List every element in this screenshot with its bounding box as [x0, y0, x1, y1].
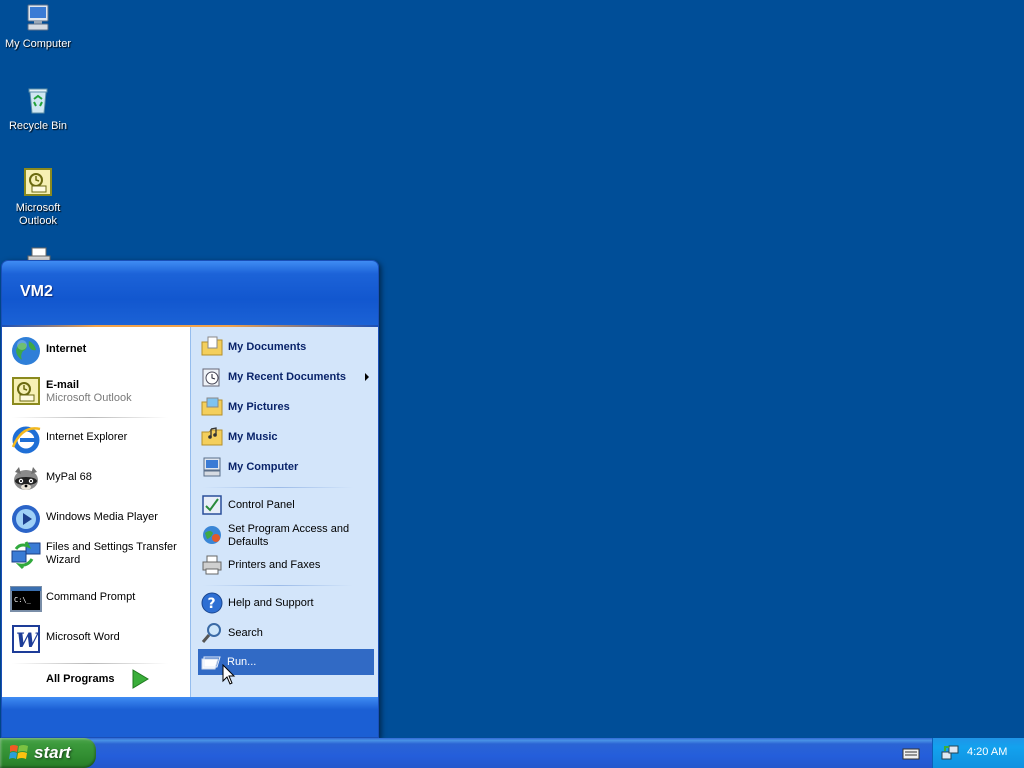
settings-label: Printers and Faxes [228, 559, 321, 571]
user-name: VM2 [20, 283, 53, 300]
mouse-cursor-icon [222, 664, 236, 685]
place-my-documents[interactable]: My Documents [199, 333, 375, 361]
system-tray: 4:20 AM [932, 738, 1024, 768]
mypal-raccoon-icon [14, 467, 38, 490]
search-icon [201, 623, 221, 643]
keyboard-icon[interactable] [902, 746, 920, 760]
outlook-icon [12, 377, 40, 405]
place-label: My Computer [228, 461, 299, 473]
start-button[interactable]: start [0, 738, 96, 768]
internet-explorer-icon [11, 426, 41, 454]
start-menu-left-pane: Internet E-mail Microsoft Outlook Intern… [2, 327, 190, 697]
separator [12, 663, 168, 664]
recent-internet-explorer[interactable]: Internet Explorer [8, 421, 186, 457]
desktop-icon-my-computer[interactable]: My Computer [0, 2, 76, 51]
recent-microsoft-word[interactable]: W Microsoft Word [8, 621, 186, 657]
start-menu-header: VM2 [2, 261, 378, 325]
outlook-icon [24, 168, 52, 196]
settings-program-access[interactable]: Set Program Access and Defaults [199, 521, 375, 549]
svg-text:C:\_: C:\_ [14, 596, 32, 604]
arrow-right-icon [132, 669, 149, 689]
start-menu: VM2 Internet E-mail Microsoft Outlook In… [1, 260, 379, 738]
desktop-icon-label: My Computer [4, 38, 72, 50]
settings-label: Control Panel [228, 499, 295, 511]
desktop-icon-label: Recycle Bin [8, 120, 68, 132]
desktop-icon-recycle-bin[interactable]: Recycle Bin [0, 84, 76, 133]
pinned-label: E-mail [46, 379, 80, 391]
separator [12, 417, 168, 418]
tool-search[interactable]: Search [199, 619, 375, 647]
all-programs-label: All Programs [46, 673, 115, 685]
recent-transfer-wizard[interactable]: Files and Settings Transfer Wizard [8, 537, 186, 573]
place-my-recent-documents[interactable]: My Recent Documents [199, 363, 375, 391]
folder-music-icon [201, 427, 223, 446]
svg-text:?: ? [208, 596, 216, 612]
recycle-bin-icon [28, 88, 48, 114]
place-label: My Documents [228, 341, 307, 353]
clock[interactable]: 4:20 AM [967, 746, 1007, 758]
command-prompt-icon: C:\_ [10, 586, 42, 612]
recent-label: MyPal 68 [46, 471, 92, 483]
recent-label: Command Prompt [46, 591, 136, 603]
transfer-wizard-icon [11, 541, 41, 570]
folder-documents-icon [201, 336, 223, 356]
windows-logo-icon [9, 745, 28, 759]
start-menu-footer [2, 697, 378, 737]
separator [203, 585, 353, 586]
taskbar: start 4:20 AM [0, 738, 1024, 768]
place-label: My Pictures [228, 401, 290, 413]
separator [203, 487, 353, 488]
folder-pictures-icon [201, 397, 223, 416]
pinned-email[interactable]: E-mail Microsoft Outlook [8, 373, 186, 409]
network-icon[interactable] [941, 744, 959, 762]
globe-icon [12, 337, 40, 365]
media-player-icon [12, 505, 40, 533]
all-programs-button[interactable]: All Programs [46, 667, 166, 693]
recent-media-player[interactable]: Windows Media Player [8, 501, 186, 537]
recent-command-prompt[interactable]: C:\_ Command Prompt [8, 581, 186, 617]
help-icon: ? [201, 592, 223, 614]
word-icon: W [12, 625, 41, 653]
submenu-arrow-icon [365, 373, 369, 381]
place-my-music[interactable]: My Music [199, 423, 375, 451]
tool-label: Search [228, 627, 263, 639]
recent-documents-icon [202, 368, 220, 387]
pinned-sublabel: Microsoft Outlook [46, 392, 132, 404]
settings-control-panel[interactable]: Control Panel [199, 491, 375, 519]
desktop-icon-label: Microsoft Outlook [15, 202, 61, 227]
settings-printers-faxes[interactable]: Printers and Faxes [199, 551, 375, 579]
recent-label: Files and Settings Transfer Wizard [46, 541, 177, 566]
pinned-label: Internet [46, 343, 87, 355]
recent-label: Windows Media Player [46, 511, 158, 523]
my-computer-icon [203, 457, 221, 477]
my-computer-icon [27, 4, 49, 31]
place-label: My Recent Documents [228, 371, 346, 383]
program-access-icon [203, 526, 221, 544]
settings-label: Set Program Access and Defaults [228, 523, 350, 548]
place-my-pictures[interactable]: My Pictures [199, 393, 375, 421]
control-panel-icon [202, 495, 222, 515]
recent-label: Microsoft Word [46, 631, 120, 643]
recent-mypal[interactable]: MyPal 68 [8, 461, 186, 497]
start-label: start [34, 743, 71, 762]
place-label: My Music [228, 431, 278, 443]
tool-help-support[interactable]: ? Help and Support [199, 589, 375, 617]
pinned-internet[interactable]: Internet [8, 333, 186, 369]
place-my-computer[interactable]: My Computer [199, 453, 375, 481]
run-icon [201, 656, 221, 670]
recent-label: Internet Explorer [46, 431, 128, 443]
tool-label: Help and Support [228, 597, 314, 609]
start-menu-right-pane: My Documents My Recent Documents My Pict… [190, 327, 378, 697]
printer-icon [202, 555, 222, 575]
svg-text:W: W [16, 628, 41, 652]
desktop-icon-outlook[interactable]: Microsoft Outlook [0, 166, 76, 228]
